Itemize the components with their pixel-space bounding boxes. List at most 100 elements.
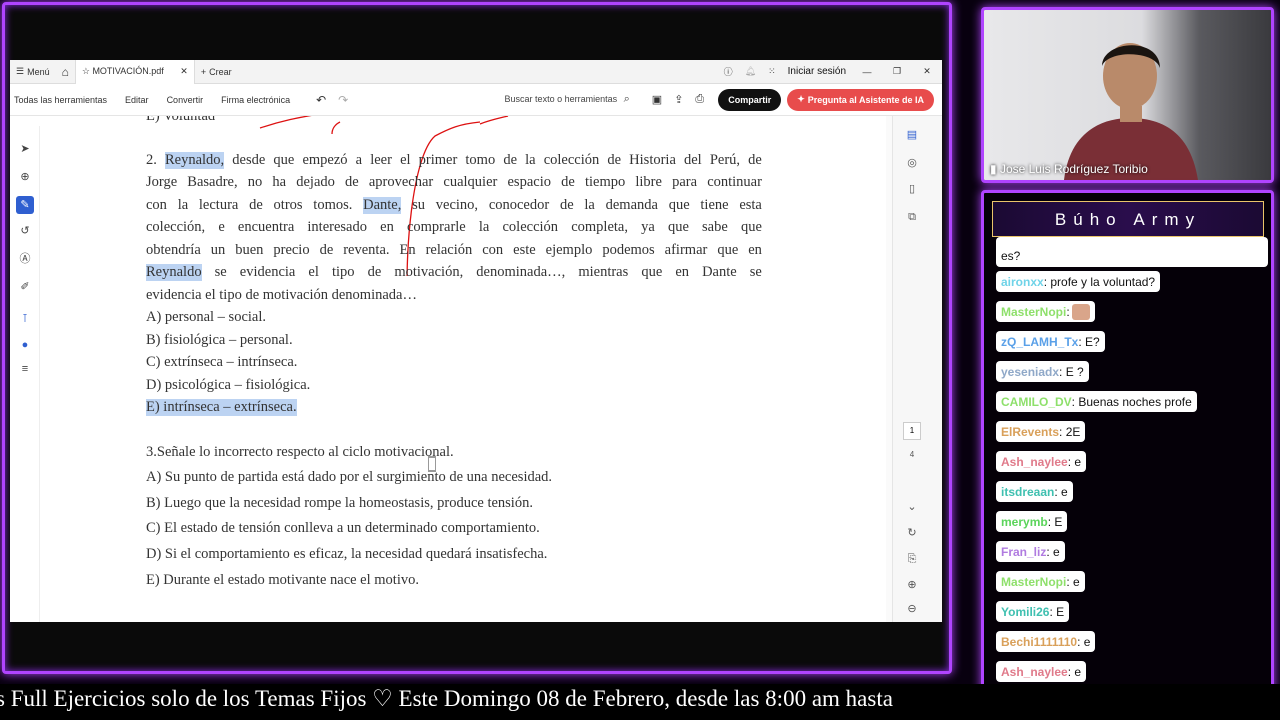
zoom-comment-icon[interactable]: ⊕	[18, 170, 32, 184]
upload-icon[interactable]: ⇪	[668, 93, 689, 106]
bookmark-icon[interactable]: ▯	[905, 182, 919, 196]
chat-username[interactable]: MasterNopi	[1001, 575, 1066, 589]
ai-assistant-button[interactable]: ✦ Pregunta al Asistente de IA	[787, 88, 934, 111]
chat-username[interactable]: merymb	[1001, 515, 1048, 529]
print-icon[interactable]: ⎙	[689, 93, 710, 106]
ai-sparkle-icon[interactable]: ◎	[905, 156, 919, 170]
word: que	[667, 219, 689, 235]
chat-text: : Buenas noches profe	[1071, 394, 1192, 409]
text-select-icon[interactable]: Ⓐ	[18, 252, 32, 266]
apps-icon[interactable]: ⁙	[762, 60, 782, 84]
chat-username[interactable]: MasterNopi	[1001, 305, 1066, 319]
chat-text: : e	[1066, 574, 1080, 589]
menu-button[interactable]: ☰ Menú	[10, 60, 56, 84]
help-icon[interactable]: ⓘ	[718, 60, 739, 84]
word: sabe	[702, 219, 728, 235]
chat-username[interactable]: zQ_LAMH_Tx	[1001, 335, 1078, 349]
chat-username[interactable]: Ash_naylee	[1001, 665, 1068, 679]
word: en	[675, 264, 690, 280]
chat-username[interactable]: ElRevents	[1001, 425, 1059, 439]
word: 2.	[146, 152, 157, 168]
page-number-box[interactable]: 1	[903, 422, 921, 440]
color-dot-icon[interactable]: ●	[18, 338, 32, 352]
star-icon[interactable]: ☆	[82, 66, 90, 76]
close-window-icon[interactable]: ✕	[912, 60, 942, 84]
refresh-icon[interactable]: ↻	[905, 526, 919, 540]
sign-in-button[interactable]: Iniciar sesión	[782, 60, 852, 84]
webcam-frame: ▮ Jose Luis Rodríguez Toribio	[981, 7, 1274, 183]
word: comprarle	[406, 219, 466, 235]
zoom-out-icon[interactable]: ⊖	[905, 602, 919, 616]
chat-username[interactable]: yeseniadx	[1001, 365, 1059, 379]
chat-username[interactable]: Ash_naylee	[1001, 455, 1068, 469]
q3-option-b: B) Luego que la necesidad rompe la homeo…	[146, 495, 533, 511]
lasso-icon[interactable]: ↺	[18, 224, 32, 238]
save-page-icon[interactable]: ⎘	[905, 552, 919, 566]
search-field[interactable]: Buscar texto o herramientas ⌕	[499, 93, 636, 106]
word: lectura	[198, 197, 239, 213]
chat-text: : E?	[1078, 334, 1100, 349]
chat-username[interactable]: Bechi1111110	[1001, 635, 1077, 649]
word: tiempo	[584, 174, 626, 190]
minimize-icon[interactable]: —	[852, 60, 882, 84]
chat-message: ElRevents : 2E	[996, 421, 1086, 442]
chat-message: yeseniadx : E ?	[996, 361, 1089, 382]
q2-line-6: Reynaldo se evidencia el tipo de motivación, de…	[146, 264, 762, 281]
chat-username[interactable]: itsdreaan	[1001, 485, 1054, 499]
chat-message: es?	[996, 237, 1268, 267]
pin-icon[interactable]: ⊺	[18, 312, 32, 326]
pdf-viewer: ☰ Menú ⌂ ☆ MOTIVACIÓN.pdf ✕ + Crear ⓘ 🔔︎…	[10, 60, 942, 622]
home-icon[interactable]: ⌂	[56, 60, 75, 84]
bell-icon[interactable]: 🔔︎	[739, 60, 762, 84]
chat-message: CAMILO_DV : Buenas noches profe	[996, 391, 1197, 412]
chat-username[interactable]: Yomili26	[1001, 605, 1049, 619]
undo-icon[interactable]: ↶	[310, 93, 332, 107]
viewer-tab-bar: ☰ Menú ⌂ ☆ MOTIVACIÓN.pdf ✕ + Crear ⓘ 🔔︎…	[10, 60, 942, 84]
word: otros	[273, 197, 303, 213]
comment-icon[interactable]: ▤	[905, 128, 919, 142]
chat-message: itsdreaan : e	[996, 481, 1073, 502]
word: cualquier	[443, 174, 498, 190]
word: colección	[502, 219, 559, 235]
pen-icon[interactable]: ✎	[16, 196, 34, 214]
word: el	[308, 264, 319, 280]
word: encuentra	[237, 219, 295, 235]
q2-line-5: obtendría un buen precio de reventa. En relació…	[146, 242, 762, 259]
chat-text: : e	[1077, 634, 1091, 649]
save-icon[interactable]: ▣	[646, 93, 668, 106]
q3-option-d: D) Si el comportamiento es eficaz, la ne…	[146, 546, 548, 562]
chat-username[interactable]: CAMILO_DV	[1001, 395, 1072, 409]
word: empezó	[302, 152, 348, 168]
chat-username[interactable]: Fran_liz	[1001, 545, 1046, 559]
chat-username[interactable]: aironxx	[1001, 275, 1044, 289]
chat-text: : profe y la voluntad?	[1043, 274, 1156, 289]
tool-all-tools[interactable]: Todas las herramientas	[10, 95, 113, 105]
tool-edit[interactable]: Editar	[119, 95, 155, 105]
close-tab-icon[interactable]: ✕	[180, 66, 188, 77]
ai-icon: ✦	[797, 94, 805, 104]
word: de	[607, 152, 622, 168]
chat-message: MasterNopi : e	[996, 571, 1085, 592]
pages-icon[interactable]: ⧉	[905, 210, 919, 224]
tool-convert[interactable]: Convertir	[161, 95, 210, 105]
cursor-icon[interactable]: ➤	[18, 142, 32, 156]
marker-icon[interactable]: ✐	[18, 280, 32, 294]
tab-document[interactable]: ☆ MOTIVACIÓN.pdf ✕	[74, 60, 195, 84]
left-tool-rail: ➤ ⊕ ✎ ↺ Ⓐ ✐ ⊺ ● ≡	[10, 126, 40, 622]
word: que	[717, 242, 739, 258]
page-down-icon[interactable]: ⌄	[905, 500, 919, 514]
new-tab-button[interactable]: + Crear	[195, 60, 238, 84]
q3-stem: 3.Señale lo incorrecto respecto al ciclo…	[146, 444, 454, 460]
tool-e-sign[interactable]: Firma electrónica	[215, 95, 296, 105]
zoom-in-icon[interactable]: ⊕	[905, 578, 919, 592]
word: colección	[543, 152, 600, 168]
restore-icon[interactable]: ❐	[882, 60, 912, 84]
share-button[interactable]: Compartir	[718, 88, 782, 111]
chat-message: Yomili26 : E	[996, 601, 1070, 622]
word: la	[478, 219, 490, 235]
chat-text: : e	[1067, 454, 1082, 469]
menu-label: Menú	[27, 66, 50, 77]
word: de	[561, 174, 575, 190]
more-tools-icon[interactable]: ≡	[18, 362, 32, 376]
redo-icon[interactable]: ↷	[332, 93, 354, 107]
